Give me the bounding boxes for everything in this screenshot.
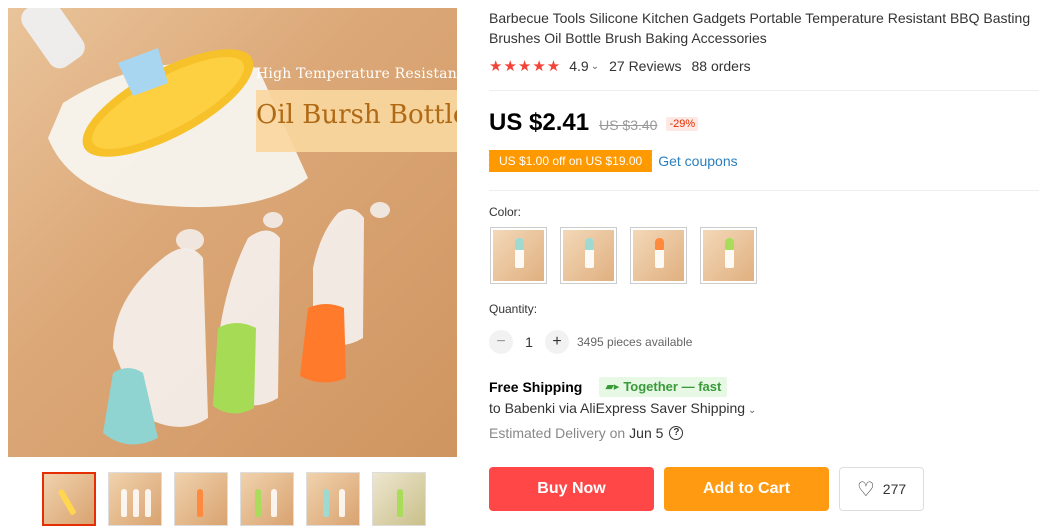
estimated-delivery: Estimated Delivery on Jun 5 ? <box>489 425 684 441</box>
swatch-brush <box>585 238 594 250</box>
color-swatch-3[interactable] <box>630 227 687 284</box>
color-swatch-2[interactable] <box>560 227 617 284</box>
free-shipping-label: Free Shipping <box>489 379 583 395</box>
coupon-tag: US $1.00 off on US $19.00 <box>486 150 653 172</box>
product-title: Barbecue Tools Silicone Kitchen Gadgets … <box>489 10 1031 46</box>
quantity-label: Quantity: <box>489 302 538 316</box>
truck-icon: ▰▸ <box>605 381 620 393</box>
color-label: Color: <box>489 205 522 219</box>
buy-now-button[interactable]: Buy Now <box>489 467 654 511</box>
thumbnail-2[interactable] <box>108 472 162 526</box>
shipping-destination[interactable]: to Babenki via AliExpress Saver Shipping… <box>489 400 756 416</box>
product-main-image[interactable]: High Temperature Resistant Oil Bursh Bot… <box>8 8 457 457</box>
original-price: US $3.40 <box>599 117 658 133</box>
rating-stars: ★★★★★ <box>489 58 562 75</box>
estimated-delivery-label: Estimated Delivery on <box>489 425 626 441</box>
swatch-brush <box>655 238 664 250</box>
reviews-link[interactable]: 27 Reviews <box>609 58 681 74</box>
wishlist-count: 277 <box>882 481 907 497</box>
together-fast-text: Together — fast <box>623 379 722 394</box>
chevron-down-icon[interactable]: ⌄ <box>748 405 756 416</box>
rating-value[interactable]: 4.9 <box>569 58 588 74</box>
get-coupons-link[interactable]: Get coupons <box>658 153 737 169</box>
pieces-available: 3495 pieces available <box>577 335 693 349</box>
chevron-down-icon[interactable]: ⌄ <box>591 61 599 72</box>
price-row: US $2.41 US $3.40 -29% <box>489 109 699 137</box>
thumbnail-1[interactable] <box>42 472 96 526</box>
quantity-minus-button[interactable]: − <box>489 330 513 354</box>
thumbnail-strip <box>42 472 426 526</box>
current-price: US $2.41 <box>489 109 590 136</box>
thumbnail-6[interactable] <box>372 472 426 526</box>
add-to-cart-button[interactable]: Add to Cart <box>664 467 829 511</box>
thumbnail-5[interactable] <box>306 472 360 526</box>
quantity-value[interactable]: 1 <box>513 334 545 350</box>
divider <box>489 90 1039 91</box>
quantity-plus-button[interactable]: + <box>545 330 569 354</box>
image-banner: Oil Bursh Bottle <box>256 90 457 152</box>
color-swatch-1[interactable] <box>490 227 547 284</box>
swatch-brush <box>725 238 734 250</box>
swatch-brush <box>515 238 524 250</box>
image-banner-title: Oil Bursh Bottle <box>256 100 457 130</box>
question-icon[interactable]: ? <box>669 426 684 440</box>
discount-badge: -29% <box>666 117 699 131</box>
color-swatches <box>490 227 757 284</box>
shipping-destination-text[interactable]: to Babenki via AliExpress Saver Shipping <box>489 400 745 416</box>
estimated-delivery-date: Jun 5 <box>629 425 664 441</box>
thumbnail-3[interactable] <box>174 472 228 526</box>
rating-row: ★★★★★ 4.9 ⌄ 27 Reviews 88 orders <box>489 57 751 75</box>
image-banner-subtitle: High Temperature Resistant <box>256 66 457 82</box>
thumbnail-4[interactable] <box>240 472 294 526</box>
orders-count: 88 orders <box>691 58 751 74</box>
divider <box>489 190 1039 191</box>
heart-icon: ♡ <box>856 478 875 501</box>
shipping-header: Free Shipping ▰▸ Together — fast <box>489 377 728 397</box>
quantity-stepper: − 1 + 3495 pieces available <box>489 330 692 354</box>
wishlist-button[interactable]: ♡ 277 <box>839 467 924 511</box>
together-fast-badge: ▰▸ Together — fast <box>599 377 728 397</box>
color-swatch-4[interactable] <box>700 227 757 284</box>
coupon-row: US $1.00 off on US $19.00 Get coupons <box>486 150 738 172</box>
